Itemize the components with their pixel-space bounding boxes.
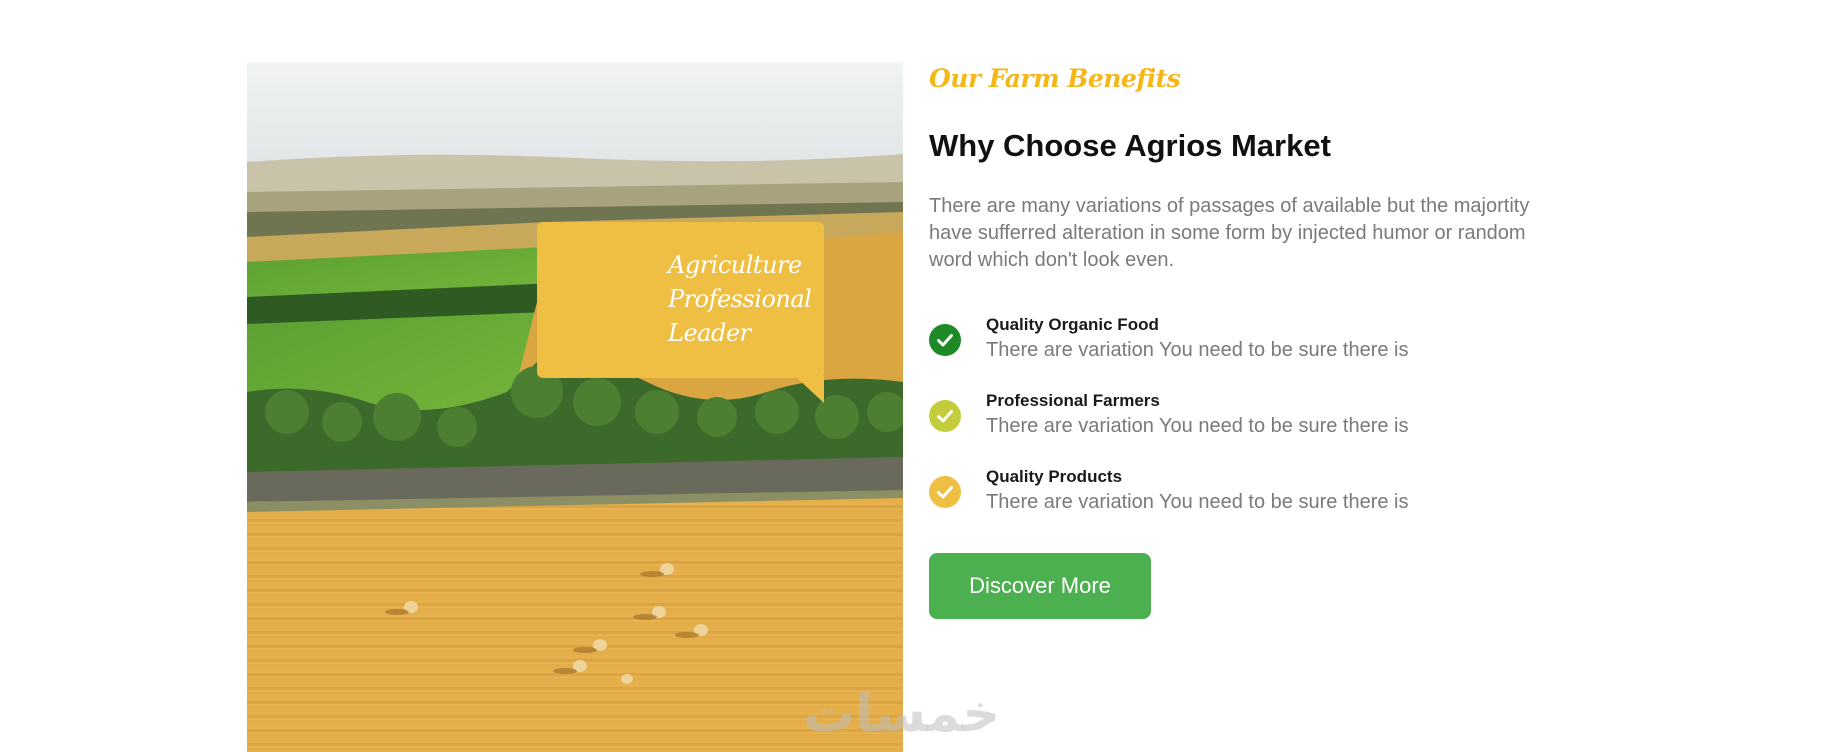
farm-field-image [247, 62, 903, 752]
callout-line: Agriculture [668, 251, 802, 279]
discover-more-button[interactable]: Discover More [929, 553, 1151, 619]
feature-text: There are variation You need to be sure … [986, 415, 1409, 437]
feature-text: There are variation You need to be sure … [986, 339, 1409, 361]
section-description: There are many variations of passages of… [929, 195, 1530, 271]
callout-line: Leader [668, 319, 751, 347]
feature-title: Quality Products [986, 467, 1123, 486]
page: Agriculture Professional Leader Our Farm… [0, 0, 1821, 752]
check-icon [929, 476, 961, 508]
feature-text: There are variation You need to be sure … [986, 491, 1409, 513]
feature-item: Quality Organic Food There are variation… [929, 315, 1529, 365]
section-heading: Why Choose Agrios Market [929, 128, 1331, 163]
callout-line: Professional [668, 285, 812, 313]
callout-tail [795, 376, 824, 403]
section-eyebrow: Our Farm Benefits [929, 64, 1181, 93]
feature-item: Professional Farmers There are variation… [929, 391, 1529, 441]
watermark-logo: خمسات [803, 684, 1001, 744]
check-icon [929, 324, 961, 356]
feature-title: Professional Farmers [986, 391, 1160, 410]
feature-title: Quality Organic Food [986, 315, 1159, 334]
callout-badge: Agriculture Professional Leader [537, 222, 824, 378]
callout-text: Agriculture Professional Leader [668, 248, 818, 350]
check-icon [929, 400, 961, 432]
feature-item: Quality Products There are variation You… [929, 467, 1529, 517]
